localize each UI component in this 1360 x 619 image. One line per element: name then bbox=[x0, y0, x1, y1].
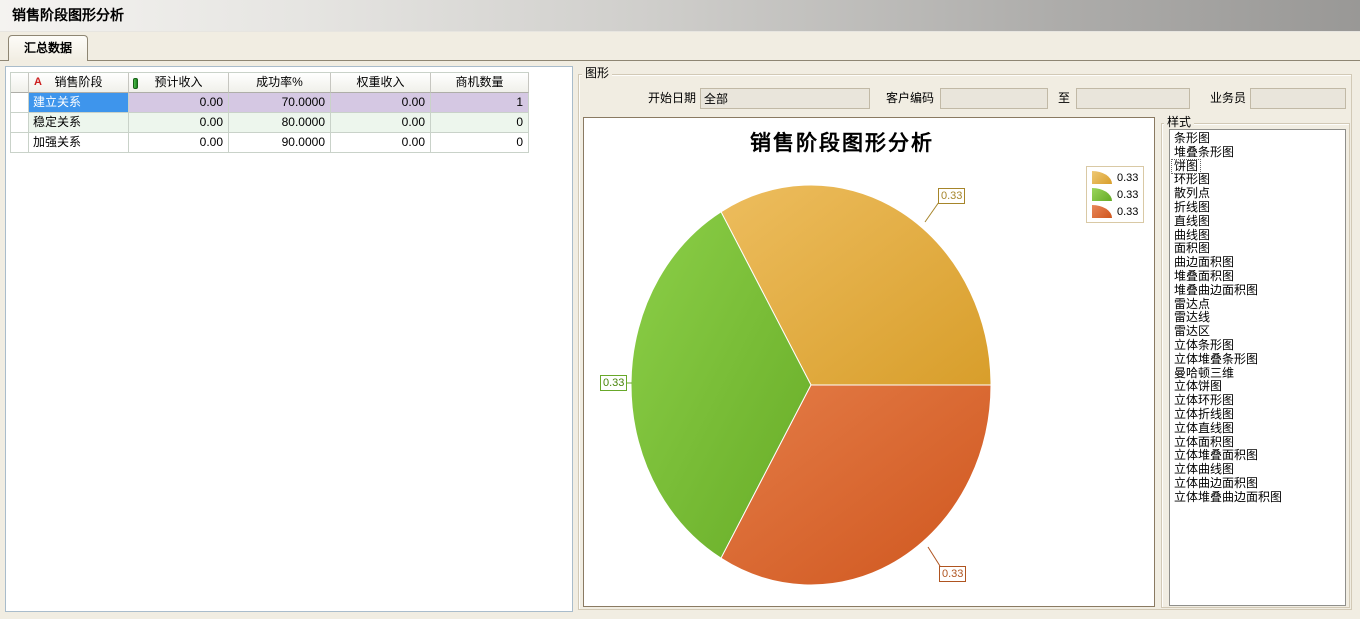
table-cell[interactable]: 0.00 bbox=[129, 133, 229, 153]
green-indicator-icon bbox=[133, 78, 138, 89]
summary-table: A 销售阶段 预计收入 成功率% 权重收入 商机数量 建立关系 0.00 70.… bbox=[10, 72, 529, 153]
customer-code-input[interactable] bbox=[940, 88, 1048, 109]
style-list-item[interactable]: 立体堆叠条形图 bbox=[1172, 353, 1260, 367]
style-list-item[interactable]: 立体条形图 bbox=[1172, 339, 1236, 353]
style-list-item[interactable]: 散列点 bbox=[1172, 187, 1212, 201]
start-date-label: 开始日期 bbox=[626, 91, 696, 106]
table-cell[interactable]: 80.0000 bbox=[229, 113, 331, 133]
customer-code-label: 客户编码 bbox=[866, 91, 934, 106]
table-cell-stage[interactable]: 加强关系 bbox=[29, 133, 129, 153]
pie-chart bbox=[584, 118, 1154, 606]
tab-strip: 汇总数据 bbox=[0, 32, 1360, 61]
style-group-label: 样式 bbox=[1164, 116, 1194, 129]
table-cell[interactable]: 0 bbox=[431, 113, 529, 133]
legend-entry: 0.33 bbox=[1092, 171, 1138, 184]
legend-value: 0.33 bbox=[1117, 172, 1138, 184]
table-cell[interactable]: 0.00 bbox=[331, 133, 431, 153]
style-list-item[interactable]: 直线图 bbox=[1172, 215, 1212, 229]
pie-chart-area: 销售阶段图形分析 0.33 0.33 0.33 bbox=[583, 117, 1155, 607]
table-cell[interactable]: 0.00 bbox=[331, 93, 431, 113]
table-cell[interactable]: 1 bbox=[431, 93, 529, 113]
style-list-item[interactable]: 堆叠曲边面积图 bbox=[1172, 284, 1260, 298]
title-bar: 销售阶段图形分析 bbox=[0, 0, 1360, 32]
table-row: 加强关系 0.00 90.0000 0.00 0 bbox=[11, 133, 529, 153]
slice-label-green: 0.33 bbox=[600, 375, 627, 391]
style-list-item[interactable]: 曲边面积图 bbox=[1172, 256, 1236, 270]
table-row: 建立关系 0.00 70.0000 0.00 1 bbox=[11, 93, 529, 113]
row-indicator[interactable] bbox=[11, 133, 29, 153]
sort-a-icon: A bbox=[34, 73, 42, 92]
table-cell[interactable]: 0.00 bbox=[331, 113, 431, 133]
row-indicator-header bbox=[11, 73, 29, 93]
style-list-item[interactable]: 立体折线图 bbox=[1172, 408, 1236, 422]
column-header-label: 商机数量 bbox=[455, 75, 503, 89]
legend-swatch-green-icon bbox=[1092, 188, 1112, 201]
label-leader-line bbox=[925, 202, 939, 222]
column-header-success-rate[interactable]: 成功率% bbox=[229, 73, 331, 93]
table-cell-stage[interactable]: 稳定关系 bbox=[29, 113, 129, 133]
style-list-item[interactable]: 曲线图 bbox=[1172, 229, 1212, 243]
style-list-item[interactable]: 立体环形图 bbox=[1172, 394, 1236, 408]
chart-legend: 0.33 0.33 0.33 bbox=[1086, 166, 1144, 223]
table-cell[interactable]: 0.00 bbox=[129, 113, 229, 133]
to-label: 至 bbox=[1052, 91, 1070, 106]
row-indicator[interactable] bbox=[11, 93, 29, 113]
table-cell-stage[interactable]: 建立关系 bbox=[29, 93, 129, 113]
column-header-label: 成功率% bbox=[256, 75, 303, 89]
slice-label-yellow: 0.33 bbox=[938, 188, 965, 204]
style-list-item[interactable]: 雷达线 bbox=[1172, 311, 1212, 325]
column-header-label: 销售阶段 bbox=[54, 75, 102, 89]
style-list-item[interactable]: 雷达点 bbox=[1172, 298, 1212, 312]
salesperson-input[interactable] bbox=[1250, 88, 1346, 109]
column-header-weighted-income[interactable]: 权重收入 bbox=[331, 73, 431, 93]
salesperson-label: 业务员 bbox=[1198, 91, 1246, 106]
customer-code-to-input[interactable] bbox=[1076, 88, 1190, 109]
legend-swatch-orange-icon bbox=[1092, 205, 1112, 218]
column-header-label: 权重收入 bbox=[356, 75, 404, 89]
style-list-item[interactable]: 堆叠面积图 bbox=[1172, 270, 1236, 284]
legend-value: 0.33 bbox=[1117, 189, 1138, 201]
window-title: 销售阶段图形分析 bbox=[12, 0, 124, 31]
row-indicator[interactable] bbox=[11, 113, 29, 133]
start-date-input[interactable] bbox=[700, 88, 870, 109]
column-header-opportunity-count[interactable]: 商机数量 bbox=[431, 73, 529, 93]
legend-swatch-yellow-icon bbox=[1092, 171, 1112, 184]
column-header-label: 预计收入 bbox=[154, 75, 202, 89]
table-header-row: A 销售阶段 预计收入 成功率% 权重收入 商机数量 bbox=[11, 73, 529, 93]
style-list-item[interactable]: 折线图 bbox=[1172, 201, 1212, 215]
legend-entry: 0.33 bbox=[1092, 188, 1138, 201]
style-list-item[interactable]: 面积图 bbox=[1172, 242, 1212, 256]
graph-group-label: 图形 bbox=[582, 67, 612, 80]
style-list-item-selected[interactable]: 饼图 bbox=[1172, 160, 1200, 174]
table-row: 稳定关系 0.00 80.0000 0.00 0 bbox=[11, 113, 529, 133]
style-list-item[interactable]: 立体曲线图 bbox=[1172, 463, 1236, 477]
app-window: 销售阶段图形分析 汇总数据 A 销售阶段 预计收入 成功率% 权重收入 商机数量 bbox=[0, 0, 1360, 619]
table-cell[interactable]: 90.0000 bbox=[229, 133, 331, 153]
style-list-item[interactable]: 立体堆叠曲边面积图 bbox=[1172, 491, 1284, 505]
table-cell[interactable]: 0 bbox=[431, 133, 529, 153]
style-list-item[interactable]: 雷达区 bbox=[1172, 325, 1212, 339]
table-cell[interactable]: 70.0000 bbox=[229, 93, 331, 113]
column-header-expected-income[interactable]: 预计收入 bbox=[129, 73, 229, 93]
label-leader-line bbox=[928, 547, 940, 566]
table-cell[interactable]: 0.00 bbox=[129, 93, 229, 113]
chart-style-listbox: 条形图 堆叠条形图 饼图 环形图 散列点 折线图 直线图 曲线图 面积图 曲边面… bbox=[1169, 129, 1346, 606]
legend-value: 0.33 bbox=[1117, 206, 1138, 218]
column-header-stage[interactable]: A 销售阶段 bbox=[29, 73, 129, 93]
style-list-item[interactable]: 条形图 bbox=[1172, 132, 1212, 146]
style-list-item[interactable]: 堆叠条形图 bbox=[1172, 146, 1236, 160]
tab-summary-data[interactable]: 汇总数据 bbox=[8, 35, 88, 61]
style-list-item[interactable]: 立体直线图 bbox=[1172, 422, 1236, 436]
legend-entry: 0.33 bbox=[1092, 205, 1138, 218]
style-list-item[interactable]: 立体曲边面积图 bbox=[1172, 477, 1260, 491]
slice-label-orange: 0.33 bbox=[939, 566, 966, 582]
